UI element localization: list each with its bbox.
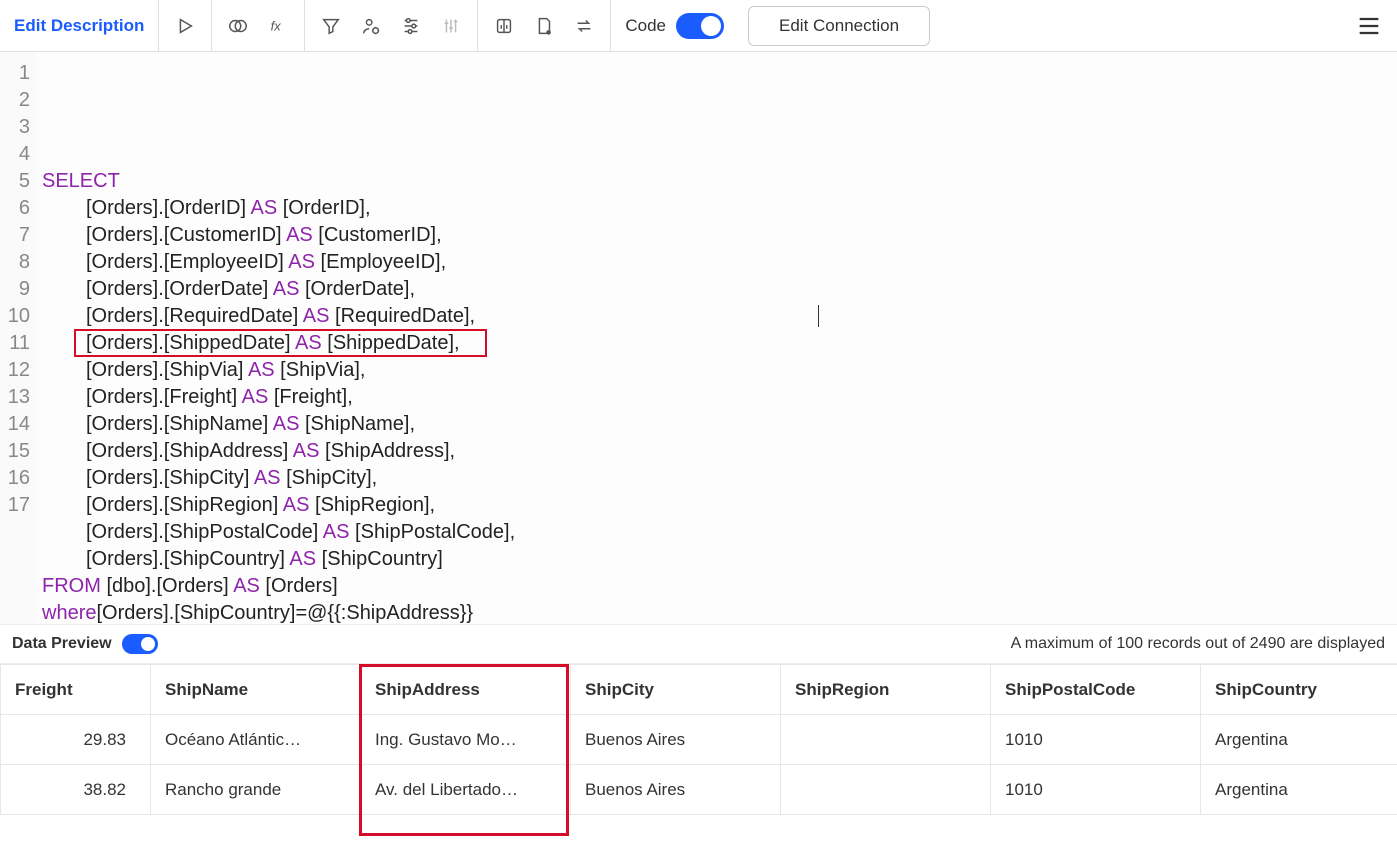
- line-number: 4: [0, 141, 30, 168]
- code-line[interactable]: [Orders].[ShippedDate] AS [ShippedDate],: [42, 330, 1397, 357]
- columns-config-button[interactable]: [484, 6, 524, 46]
- code-line[interactable]: [Orders].[OrderDate] AS [OrderDate],: [42, 276, 1397, 303]
- cell[interactable]: [781, 765, 991, 815]
- code-line[interactable]: [Orders].[OrderID] AS [OrderID],: [42, 195, 1397, 222]
- user-gear-icon: [360, 15, 382, 37]
- equalizer-icon: [440, 15, 462, 37]
- code-line[interactable]: [Orders].[ShipCity] AS [ShipCity],: [42, 465, 1397, 492]
- code-line[interactable]: [Orders].[ShipPostalCode] AS [ShipPostal…: [42, 519, 1397, 546]
- col-header-shipaddress[interactable]: ShipAddress: [361, 665, 571, 715]
- cell[interactable]: 29.83: [1, 715, 151, 765]
- code-toggle-label: Code: [625, 16, 666, 36]
- code-line[interactable]: [Orders].[ShipName] AS [ShipName],: [42, 411, 1397, 438]
- code-line[interactable]: where[Orders].[ShipCountry]=@{{:ShipAddr…: [42, 600, 1397, 624]
- columns-icon: [493, 15, 515, 37]
- data-grid[interactable]: Freight ShipName ShipAddress ShipCity Sh…: [0, 664, 1397, 815]
- table-row[interactable]: 29.83Océano Atlántic…Ing. Gustavo Mo…Bue…: [1, 715, 1397, 765]
- code-toggle[interactable]: [676, 13, 724, 39]
- parameter-button[interactable]: [351, 6, 391, 46]
- line-number: 1: [0, 60, 30, 87]
- cell[interactable]: Buenos Aires: [571, 765, 781, 815]
- line-number: 12: [0, 357, 30, 384]
- line-number: 10: [0, 303, 30, 330]
- line-number: 8: [0, 249, 30, 276]
- cell[interactable]: Ing. Gustavo Mo…: [361, 715, 571, 765]
- venn-icon: [227, 15, 249, 37]
- data-preview-label: Data Preview: [12, 635, 112, 653]
- code-line[interactable]: FROM [dbo].[Orders] AS [Orders]: [42, 573, 1397, 600]
- toolbar: Edit Description fx: [0, 0, 1397, 52]
- grid-header-row: Freight ShipName ShipAddress ShipCity Sh…: [1, 665, 1397, 715]
- cell[interactable]: 1010: [991, 715, 1201, 765]
- cell[interactable]: Argentina: [1201, 765, 1397, 815]
- line-number: 15: [0, 438, 30, 465]
- col-header-freight[interactable]: Freight: [1, 665, 151, 715]
- line-number: 16: [0, 465, 30, 492]
- svg-text:fx: fx: [271, 18, 282, 33]
- fx-icon: fx: [267, 15, 289, 37]
- hamburger-icon: [1355, 12, 1383, 40]
- cell[interactable]: Rancho grande: [151, 765, 361, 815]
- line-number: 9: [0, 276, 30, 303]
- expression-button[interactable]: fx: [258, 6, 298, 46]
- code-line[interactable]: [Orders].[ShipRegion] AS [ShipRegion],: [42, 492, 1397, 519]
- table-row[interactable]: 38.82Rancho grandeAv. del Libertado…Buen…: [1, 765, 1397, 815]
- code-line[interactable]: [Orders].[CustomerID] AS [CustomerID],: [42, 222, 1397, 249]
- funnel-icon: [320, 15, 342, 37]
- line-number: 17: [0, 492, 30, 519]
- col-header-shipregion[interactable]: ShipRegion: [781, 665, 991, 715]
- data-preview-bar: Data Preview A maximum of 100 records ou…: [0, 624, 1397, 664]
- swap-button[interactable]: [564, 6, 604, 46]
- line-number: 6: [0, 195, 30, 222]
- line-number-gutter: 1234567891011121314151617: [0, 52, 36, 624]
- join-button[interactable]: [218, 6, 258, 46]
- page-button[interactable]: [524, 6, 564, 46]
- edit-description-button[interactable]: Edit Description: [0, 0, 159, 51]
- code-line[interactable]: [Orders].[RequiredDate] AS [RequiredDate…: [42, 303, 1397, 330]
- text-caret: [818, 305, 819, 327]
- line-number: 14: [0, 411, 30, 438]
- col-header-shippostalcode[interactable]: ShipPostalCode: [991, 665, 1201, 715]
- col-header-shipcity[interactable]: ShipCity: [571, 665, 781, 715]
- play-icon: [174, 15, 196, 37]
- code-area[interactable]: SELECT[Orders].[OrderID] AS [OrderID],[O…: [36, 52, 1397, 624]
- line-number: 3: [0, 114, 30, 141]
- code-line[interactable]: [Orders].[EmployeeID] AS [EmployeeID],: [42, 249, 1397, 276]
- cell[interactable]: Océano Atlántic…: [151, 715, 361, 765]
- sql-editor[interactable]: 1234567891011121314151617 SELECT[Orders]…: [0, 52, 1397, 624]
- code-line[interactable]: [Orders].[ShipCountry] AS [ShipCountry]: [42, 546, 1397, 573]
- filter-button[interactable]: [311, 6, 351, 46]
- col-header-shipname[interactable]: ShipName: [151, 665, 361, 715]
- run-button[interactable]: [165, 6, 205, 46]
- line-number: 7: [0, 222, 30, 249]
- code-line[interactable]: [Orders].[ShipVia] AS [ShipVia],: [42, 357, 1397, 384]
- cell[interactable]: 1010: [991, 765, 1201, 815]
- cell[interactable]: Argentina: [1201, 715, 1397, 765]
- code-line[interactable]: [Orders].[Freight] AS [Freight],: [42, 384, 1397, 411]
- cell[interactable]: Buenos Aires: [571, 715, 781, 765]
- cell[interactable]: 38.82: [1, 765, 151, 815]
- line-number: 11: [0, 330, 30, 357]
- code-line[interactable]: [Orders].[ShipAddress] AS [ShipAddress],: [42, 438, 1397, 465]
- line-number: 5: [0, 168, 30, 195]
- data-preview-toggle[interactable]: [122, 634, 158, 654]
- edit-connection-button[interactable]: Edit Connection: [748, 6, 930, 46]
- cell[interactable]: Av. del Libertado…: [361, 765, 571, 815]
- menu-button[interactable]: [1349, 6, 1389, 46]
- col-header-shipcountry[interactable]: ShipCountry: [1201, 665, 1397, 715]
- data-grid-wrap: Freight ShipName ShipAddress ShipCity Sh…: [0, 664, 1397, 841]
- sliders-icon: [400, 15, 422, 37]
- equalizer-button: [431, 6, 471, 46]
- line-number: 2: [0, 87, 30, 114]
- cell[interactable]: [781, 715, 991, 765]
- swap-icon: [573, 15, 595, 37]
- code-line[interactable]: SELECT: [42, 168, 1397, 195]
- line-number: 13: [0, 384, 30, 411]
- settings-sliders-button[interactable]: [391, 6, 431, 46]
- data-preview-status: A maximum of 100 records out of 2490 are…: [1011, 635, 1385, 653]
- page-dot-icon: [533, 15, 555, 37]
